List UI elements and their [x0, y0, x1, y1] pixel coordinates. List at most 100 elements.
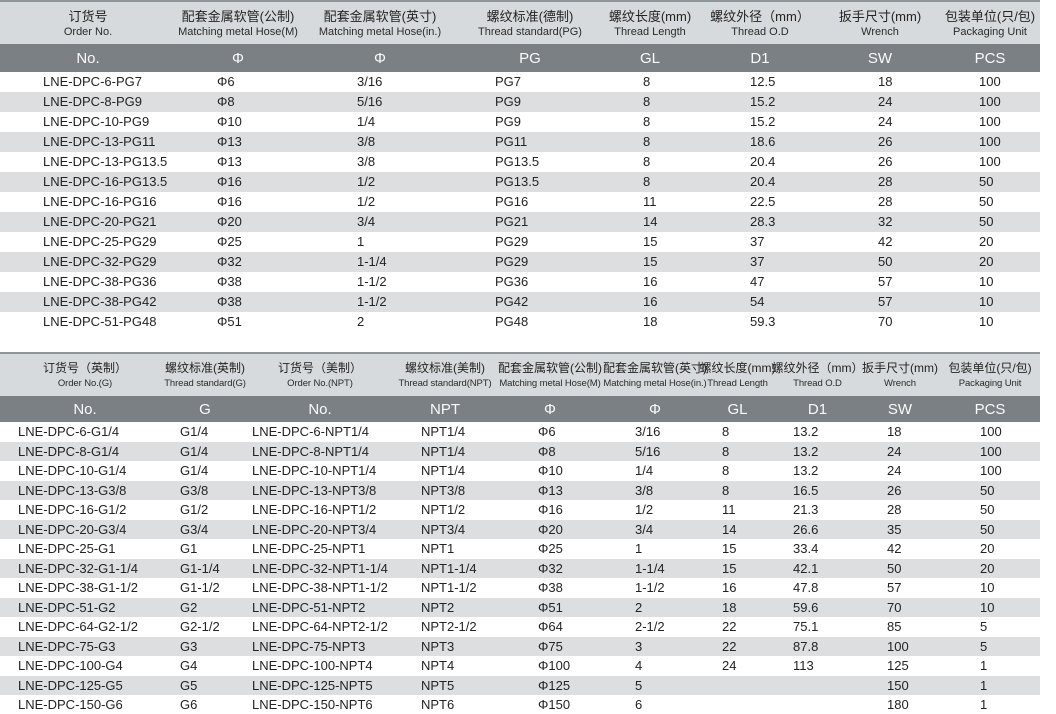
table-cell: 42 — [820, 232, 940, 252]
column-header-zh: 螺纹标准(德制) — [487, 8, 574, 25]
column-header-en: Wrench — [884, 377, 916, 391]
table-cell: NPT1/4 — [400, 422, 490, 442]
table-cell: 10 — [940, 578, 1040, 598]
column-header-zh: 扳手尺寸(mm) — [839, 8, 921, 25]
column-header: 螺纹标准(英制)Thread standard(G) — [170, 354, 240, 396]
table-cell: PG16 — [460, 192, 600, 212]
table-cell: LNE-DPC-13-G3/8 — [0, 481, 170, 501]
table-cell: 22.5 — [700, 192, 820, 212]
table-cell: 13.2 — [775, 461, 860, 481]
table-cell: 1 — [940, 656, 1040, 676]
column-key: No. — [0, 44, 176, 72]
table-cell: LNE-DPC-25-PG29 — [0, 232, 176, 252]
column-header-zh: 螺纹标准(英制) — [165, 360, 245, 377]
table-cell: 28 — [820, 172, 940, 192]
table-cell: 100 — [940, 152, 1040, 172]
table-cell: 113 — [775, 656, 860, 676]
table-cell: 16 — [600, 292, 700, 312]
column-header-en: Thread O.D — [731, 25, 788, 39]
column-header-en: Order No.(NPT) — [287, 377, 353, 391]
table-cell: Φ16 — [176, 192, 300, 212]
table-cell: 16.5 — [775, 481, 860, 501]
table-cell: G4 — [170, 656, 240, 676]
table-cell: NPT1-1/2 — [400, 578, 490, 598]
table-cell — [700, 695, 775, 714]
table-cell: Φ13 — [176, 132, 300, 152]
column-header: 螺纹长度(mm)Thread Length — [700, 354, 775, 396]
table-cell: Φ32 — [490, 559, 610, 579]
table-cell: 10 — [940, 272, 1040, 292]
column-header-en: Thread standard(PG) — [478, 25, 582, 39]
table-cell: 100 — [940, 112, 1040, 132]
table-cell: 10 — [940, 598, 1040, 618]
table-cell: 5/16 — [610, 442, 700, 462]
column-header: 订货号Order No. — [0, 2, 176, 44]
table-cell: 5/16 — [300, 92, 460, 112]
column-key: PCS — [940, 396, 1040, 422]
table-cell: G5 — [170, 676, 240, 696]
column-header-en: Thread Length — [614, 25, 686, 39]
table-cell: Φ6 — [490, 422, 610, 442]
table-cell: 85 — [860, 617, 940, 637]
table-cell: 42 — [860, 539, 940, 559]
column-key: SW — [820, 44, 940, 72]
table-cell: 11 — [600, 192, 700, 212]
table-cell: 50 — [820, 252, 940, 272]
table-cell: 75.1 — [775, 617, 860, 637]
table-row: LNE-DPC-75-G3G3LNE-DPC-75-NPT3NPT3Φ75322… — [0, 637, 1040, 657]
column-header-zh: 扳手尺寸(mm) — [862, 360, 938, 377]
table-row: LNE-DPC-38-PG42Φ381-1/2PG4216545710 — [0, 292, 1040, 312]
column-key: NPT — [400, 396, 490, 422]
table-cell: Φ20 — [176, 212, 300, 232]
table-cell: LNE-DPC-51-PG48 — [0, 312, 176, 332]
column-header: 扳手尺寸(mm)Wrench — [820, 2, 940, 44]
table-cell: G3/4 — [170, 520, 240, 540]
column-header-zh: 包装单位(只/包) — [948, 360, 1031, 377]
table-cell: 100 — [940, 442, 1040, 462]
table-cell: 59.3 — [700, 312, 820, 332]
column-header: 包装单位(只/包)Packaging Unit — [940, 354, 1040, 396]
table-cell: 1 — [940, 695, 1040, 714]
table-cell: PG11 — [460, 132, 600, 152]
column-header-en: Packaging Unit — [953, 25, 1027, 39]
table-cell: Φ20 — [490, 520, 610, 540]
spec-sheet: 订货号Order No.配套金属软管(公制)Matching metal Hos… — [0, 0, 1040, 714]
table-cell: 47.8 — [775, 578, 860, 598]
table-cell: LNE-DPC-10-NPT1/4 — [240, 461, 400, 481]
column-key: PG — [460, 44, 600, 72]
table-cell: 50 — [860, 559, 940, 579]
table-cell: 20.4 — [700, 152, 820, 172]
table-cell: LNE-DPC-38-G1-1/2 — [0, 578, 170, 598]
table-cell: PG21 — [460, 212, 600, 232]
column-key: G — [170, 396, 240, 422]
table-row: LNE-DPC-32-PG29Φ321-1/4PG2915375020 — [0, 252, 1040, 272]
table-gap — [0, 332, 1040, 352]
table-cell: 50 — [940, 212, 1040, 232]
column-header-zh: 订货号 — [68, 8, 107, 25]
table-cell: Φ150 — [490, 695, 610, 714]
table-cell: G1/4 — [170, 461, 240, 481]
table-cell: 26 — [820, 132, 940, 152]
table-cell: NPT5 — [400, 676, 490, 696]
table-cell: LNE-DPC-13-PG13.5 — [0, 152, 176, 172]
column-header: 螺纹长度(mm)Thread Length — [600, 2, 700, 44]
table-cell: LNE-DPC-8-G1/4 — [0, 442, 170, 462]
column-header: 配套金属软管(英寸)Matching metal Hose(in.) — [610, 354, 700, 396]
table-cell: 8 — [600, 152, 700, 172]
table-cell: G1-1/4 — [170, 559, 240, 579]
table-cell: 42.1 — [775, 559, 860, 579]
column-header-zh: 螺纹长度(mm) — [609, 8, 691, 25]
table-cell: G1/4 — [170, 442, 240, 462]
table-row: LNE-DPC-125-G5G5LNE-DPC-125-NPT5NPT5Φ125… — [0, 676, 1040, 696]
table-cell: 26.6 — [775, 520, 860, 540]
column-header-en: Matching metal Hose(in.) — [603, 377, 706, 391]
table-cell: Φ25 — [490, 539, 610, 559]
table-cell: Φ10 — [490, 461, 610, 481]
table-cell: PG48 — [460, 312, 600, 332]
table-cell: 3/4 — [300, 212, 460, 232]
table-row: LNE-DPC-51-G2G2LNE-DPC-51-NPT2NPT2Φ51218… — [0, 598, 1040, 618]
table-cell: 1-1/2 — [610, 578, 700, 598]
column-key: PCS — [940, 44, 1040, 72]
table-cell — [775, 695, 860, 714]
table-cell: LNE-DPC-100-G4 — [0, 656, 170, 676]
